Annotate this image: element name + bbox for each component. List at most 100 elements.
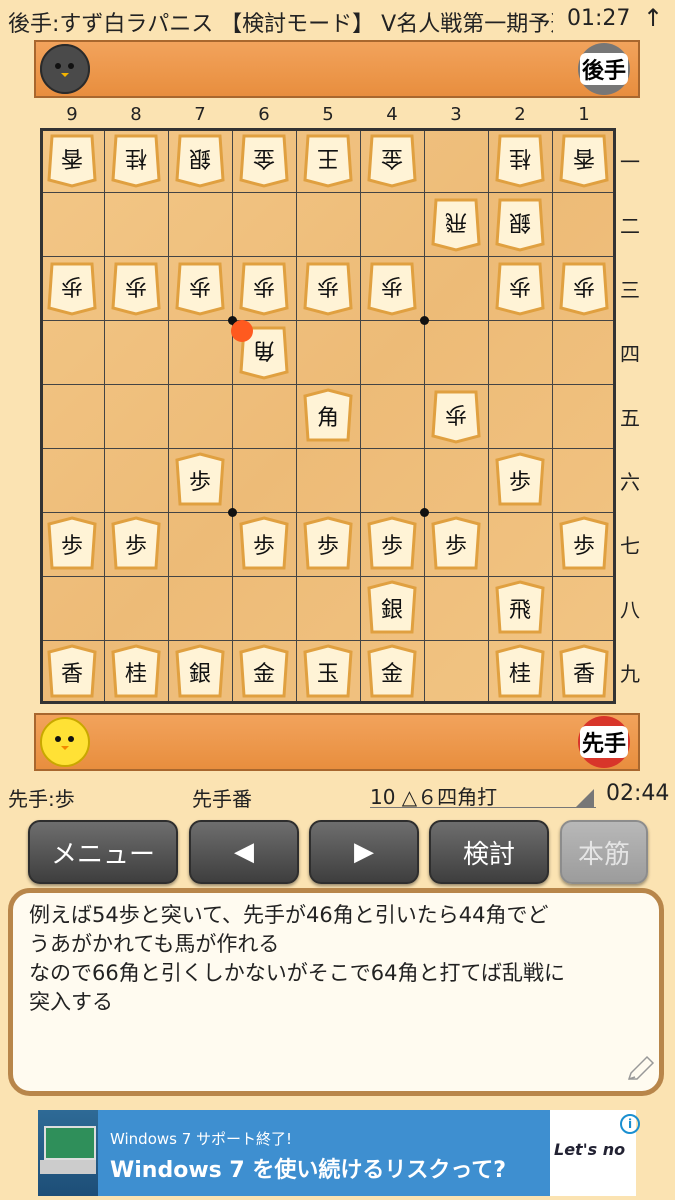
row-label: 九	[620, 662, 640, 686]
row-label: 四	[620, 342, 640, 366]
gote-piece[interactable]: 飛	[431, 196, 481, 252]
gote-piece[interactable]: 金	[239, 132, 289, 188]
comment-text: 例えば54歩と突いて、先手が46角と引いたら44角でど うあがかれても馬が作れる…	[29, 903, 566, 1014]
move-selector[interactable]: 10 △６四角打	[370, 781, 596, 809]
ad-banner[interactable]: Windows 7 サポート終了! Windows 7 を使い続けるリスクって?…	[38, 1110, 640, 1196]
piece-kanji: 歩	[380, 273, 403, 298]
move-text: 10 △６四角打	[370, 785, 498, 809]
piece-kanji: 玉	[316, 662, 339, 687]
sente-piece[interactable]: 金	[367, 644, 417, 700]
column-label: 8	[130, 104, 142, 125]
sente-label: 先手	[579, 726, 628, 758]
menu-button[interactable]: メニュー	[28, 820, 178, 884]
piece-kanji: 飛	[508, 598, 531, 623]
comment-box[interactable]: 例えば54歩と突いて、先手が46角と引いたら44角でど うあがかれても馬が作れる…	[8, 888, 664, 1096]
sente-piece[interactable]: 歩	[303, 516, 353, 572]
grid-line-horizontal	[43, 383, 613, 385]
menu-button-label: メニュー	[50, 839, 155, 870]
grid-line-horizontal	[43, 255, 613, 257]
grid-line-vertical	[295, 131, 297, 701]
piece-kanji: 歩	[508, 470, 531, 495]
gote-piece[interactable]: 王	[303, 132, 353, 188]
gote-piece[interactable]: 銀	[495, 196, 545, 252]
piece-kanji: 王	[316, 145, 339, 170]
next-move-button[interactable]: ▶	[309, 820, 419, 884]
info-icon[interactable]: i	[620, 1114, 640, 1134]
ad-brand-logo: Let's no	[554, 1140, 626, 1159]
sente-piece[interactable]: 歩	[495, 452, 545, 508]
sente-piece[interactable]: 桂	[111, 644, 161, 700]
arrow-up-icon[interactable]: ↑	[643, 4, 663, 32]
prev-arrow-icon: ◀	[234, 837, 254, 867]
sente-piece[interactable]: 香	[559, 644, 609, 700]
star-point	[227, 507, 237, 517]
piece-kanji: 歩	[124, 273, 147, 298]
gote-piece[interactable]: 銀	[175, 132, 225, 188]
sente-piece[interactable]: 香	[47, 644, 97, 700]
pencil-icon[interactable]	[625, 1053, 657, 1085]
piece-kanji: 銀	[188, 662, 211, 687]
column-label: 9	[66, 104, 78, 125]
shogi-board[interactable]: 香桂銀金王金桂香飛銀歩歩歩歩歩歩歩歩角角歩歩歩歩歩歩歩歩歩歩銀飛香桂銀金玉金桂香	[40, 128, 616, 704]
sente-piece[interactable]: 歩	[175, 452, 225, 508]
gote-piece[interactable]: 歩	[303, 260, 353, 316]
gote-piece[interactable]: 歩	[559, 260, 609, 316]
sente-piece[interactable]: 歩	[431, 516, 481, 572]
gote-piece[interactable]: 桂	[111, 132, 161, 188]
gote-piece[interactable]: 歩	[495, 260, 545, 316]
status-bar: 後手:すず白ラパニス 【検討モード】 V名人戦第一期予選 01:27 ↑	[0, 0, 675, 40]
sente-avatar[interactable]	[40, 717, 90, 767]
prev-move-button[interactable]: ◀	[189, 820, 299, 884]
column-label: 6	[258, 104, 270, 125]
grid-line-horizontal	[43, 447, 613, 449]
sente-piece[interactable]: 玉	[303, 644, 353, 700]
row-label: 二	[620, 214, 640, 238]
sente-piece[interactable]: 歩	[367, 516, 417, 572]
laptop-image	[38, 1110, 98, 1196]
ad-line2: Windows 7 を使い続けるリスクって?	[110, 1158, 507, 1183]
gote-piece[interactable]: 歩	[47, 260, 97, 316]
column-label: 1	[578, 104, 590, 125]
sente-piece[interactable]: 銀	[175, 644, 225, 700]
gote-piece[interactable]: 歩	[367, 260, 417, 316]
mainline-button-label: 本筋	[577, 839, 630, 870]
grid-line-vertical	[423, 131, 425, 701]
piece-kanji: 歩	[124, 534, 147, 559]
sente-piece[interactable]: 桂	[495, 644, 545, 700]
sente-piece[interactable]: 角	[303, 388, 353, 444]
grid-line-horizontal	[43, 575, 613, 577]
gote-piece[interactable]: 歩	[111, 260, 161, 316]
piece-kanji: 香	[60, 662, 83, 687]
ad-brand-panel: Let's no i	[550, 1110, 640, 1196]
gote-piece[interactable]: 香	[47, 132, 97, 188]
gote-piece[interactable]: 歩	[431, 388, 481, 444]
piece-kanji: 歩	[60, 273, 83, 298]
sente-piece[interactable]: 銀	[367, 580, 417, 636]
sente-piece[interactable]: 歩	[111, 516, 161, 572]
grid-line-horizontal	[43, 319, 613, 321]
piece-kanji: 歩	[188, 273, 211, 298]
grid-line-vertical	[103, 131, 105, 701]
piece-kanji: 香	[60, 145, 83, 170]
last-move-marker	[231, 320, 253, 342]
gote-piece[interactable]: 金	[367, 132, 417, 188]
gote-piece[interactable]: 歩	[175, 260, 225, 316]
sente-piece[interactable]: 歩	[47, 516, 97, 572]
clock: 01:27	[567, 6, 631, 31]
sente-piece[interactable]: 金	[239, 644, 289, 700]
column-label: 3	[450, 104, 462, 125]
dropdown-corner-icon	[576, 789, 594, 807]
analyze-button-label: 検討	[462, 839, 515, 870]
gote-piece[interactable]: 香	[559, 132, 609, 188]
sente-piece[interactable]: 飛	[495, 580, 545, 636]
sente-hand-pieces: 先手:歩	[8, 787, 75, 811]
sente-piece[interactable]: 歩	[239, 516, 289, 572]
gote-piece[interactable]: 桂	[495, 132, 545, 188]
analyze-button[interactable]: 検討	[429, 820, 549, 884]
piece-kanji: 銀	[380, 598, 403, 623]
sente-piece[interactable]: 歩	[559, 516, 609, 572]
mainline-button[interactable]: 本筋	[560, 820, 648, 884]
gote-avatar[interactable]	[40, 44, 90, 94]
laptop-screen-icon	[44, 1126, 96, 1160]
gote-piece[interactable]: 歩	[239, 260, 289, 316]
